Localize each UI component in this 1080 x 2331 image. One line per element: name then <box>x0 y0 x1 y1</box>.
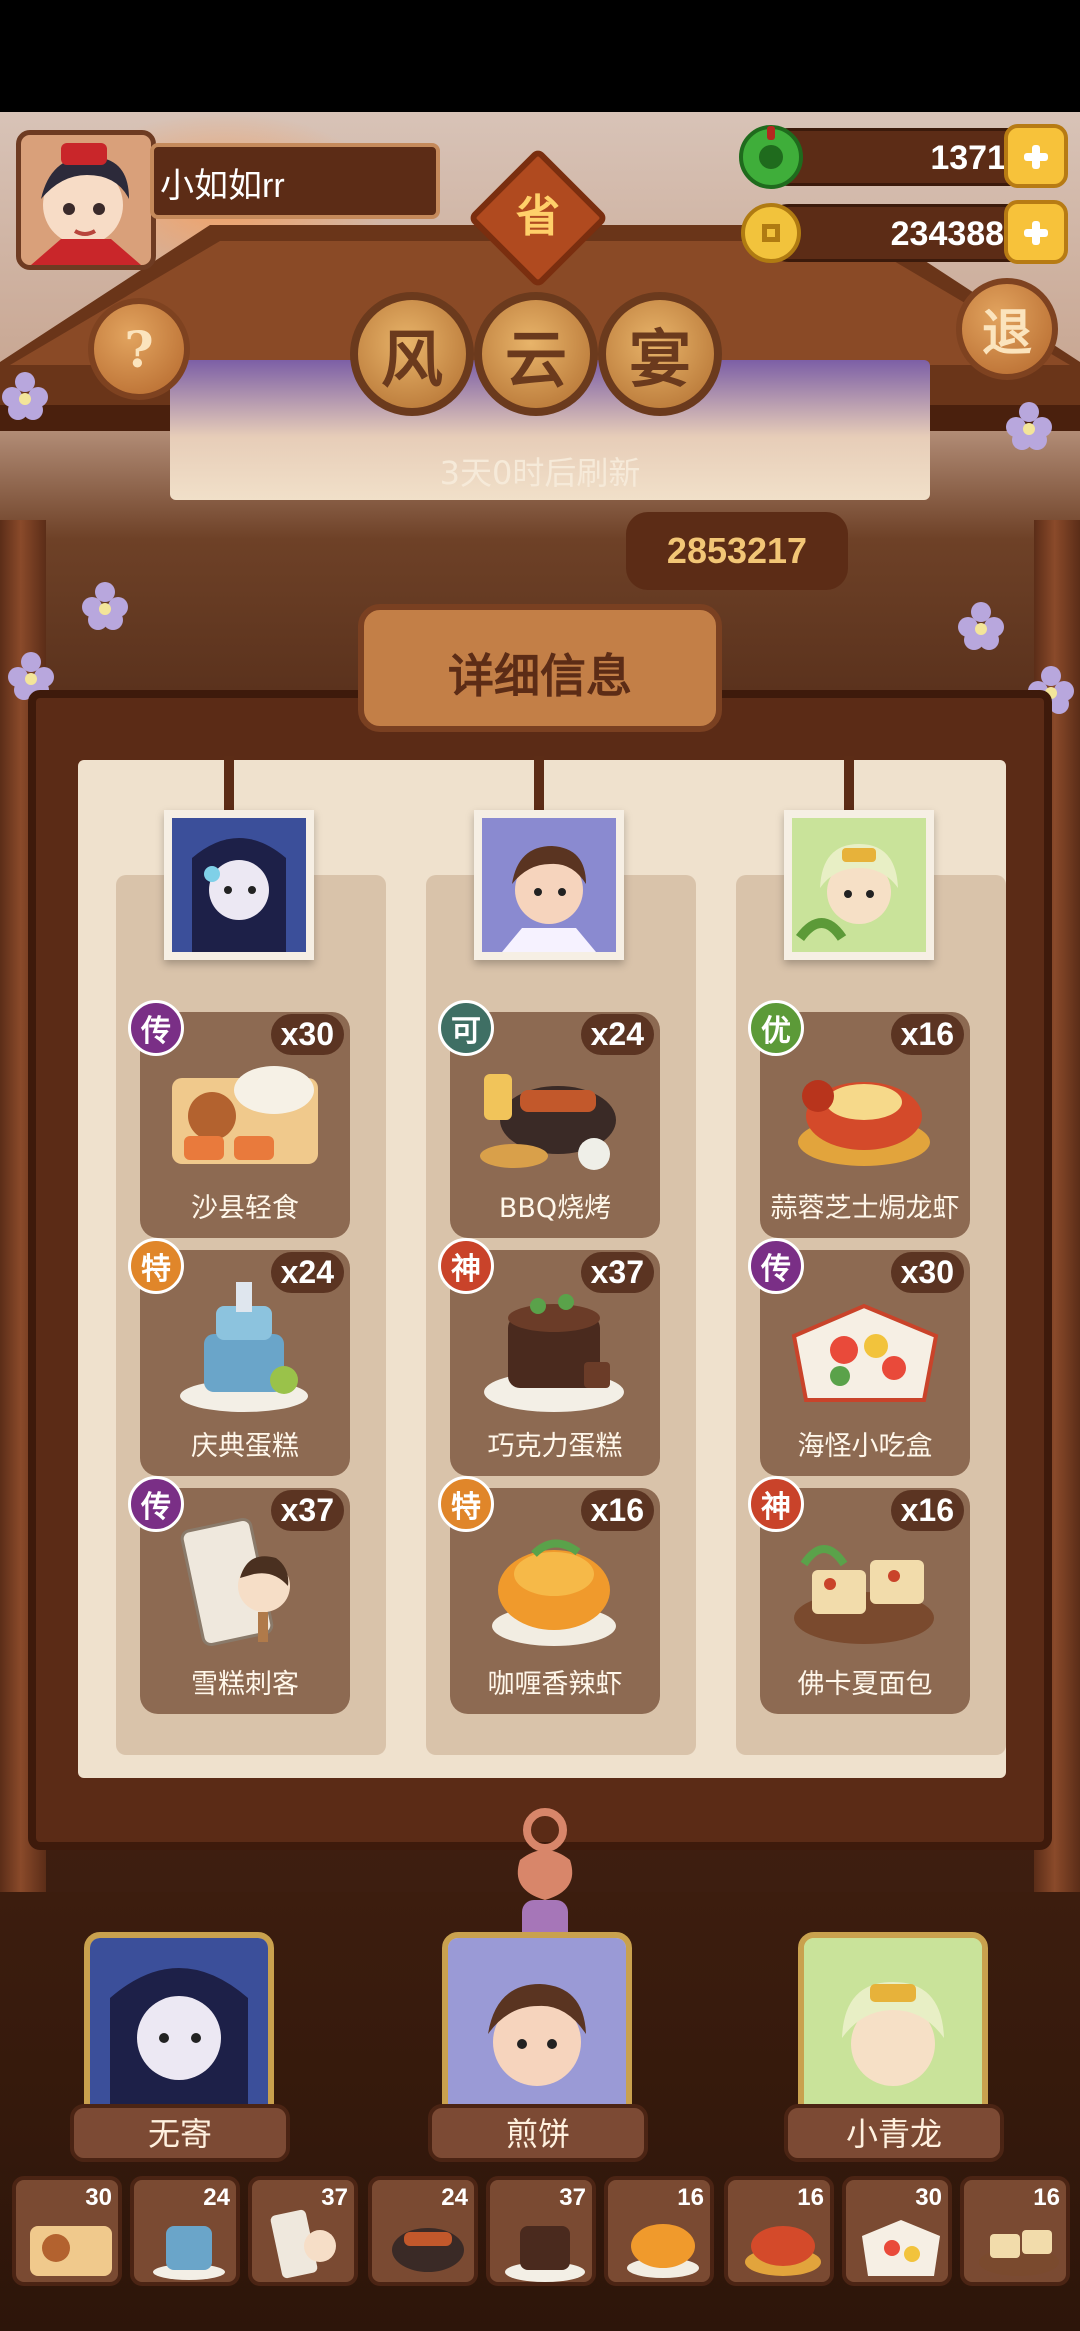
dish-celebration-cake-icon <box>180 1282 308 1412</box>
chef-portrait-wuji <box>164 810 314 960</box>
portrait-pin <box>534 756 544 816</box>
tray-slot[interactable]: 24 <box>368 2176 478 2286</box>
dish-name: 雪糕刺客 <box>191 1669 299 1700</box>
chef-wuji-icon <box>90 1938 268 2116</box>
dish-lobster-icon <box>745 2226 821 2276</box>
dish-name: 蒜蓉芝士焗龙虾 <box>770 1193 960 1224</box>
dish-card[interactable]: 传 x37 雪糕刺客 <box>128 1476 350 1714</box>
flower-decoration <box>1006 402 1052 450</box>
gold-coin-icon <box>741 203 801 263</box>
dish-name: 沙县轻食 <box>191 1193 299 1224</box>
dish-celebration-cake-icon <box>153 2226 225 2280</box>
refresh-countdown: 3天0时后刷新 <box>439 454 641 492</box>
dish-bbq-icon <box>392 2228 464 2272</box>
detail-info-label: 详细信息 <box>448 649 632 703</box>
help-button[interactable]: ? <box>88 298 190 400</box>
chef-slot-wuji[interactable] <box>84 1932 274 2122</box>
help-icon: ? <box>124 319 154 379</box>
tray-slot[interactable]: 37 <box>486 2176 596 2286</box>
dish-name: 咖喱香辣虾 <box>487 1669 623 1700</box>
dish-ice-cream-icon <box>270 2209 336 2279</box>
jade-coin-icon <box>739 125 803 189</box>
dish-name: 佛卡夏面包 <box>797 1669 933 1700</box>
dish-card[interactable]: 特 x24 庆典蛋糕 <box>128 1238 350 1476</box>
dish-focaccia-icon <box>794 1545 934 1644</box>
portrait-pin <box>224 756 234 816</box>
chef-jianbing-icon <box>448 1938 626 2116</box>
add-gold-button[interactable] <box>1004 200 1068 264</box>
chef-wuji-icon <box>172 818 306 952</box>
player-avatar[interactable] <box>16 130 156 270</box>
chef-xiaoqinglong-icon <box>804 1938 982 2116</box>
dish-card[interactable]: 优 x16 蒜蓉芝士焗龙虾 <box>748 1000 970 1238</box>
player-avatar-icon <box>21 135 151 265</box>
dish-lobster-icon <box>798 1080 930 1166</box>
dish-bbq-icon <box>480 1074 616 1170</box>
dish-chocolate-cake-icon <box>505 2226 585 2282</box>
title-char-yan: 宴 <box>598 292 722 416</box>
dish-snack-box-icon <box>862 2220 940 2276</box>
dish-focaccia-icon <box>979 2230 1059 2276</box>
tray-slot[interactable]: 16 <box>724 2176 834 2286</box>
flower-decoration <box>958 602 1004 650</box>
province-badge-label: 省 <box>516 191 560 242</box>
dish-curry-shrimp-icon <box>627 2224 699 2278</box>
score-display: 2853217 <box>626 512 848 590</box>
dish-ice-cream-icon <box>180 1517 290 1647</box>
chef-portrait-xiaoqinglong <box>784 810 934 960</box>
gold-amount: 2343883 <box>890 215 1023 253</box>
exit-button-label: 退 <box>982 303 1032 362</box>
dish-shaxian-icon <box>30 2226 112 2276</box>
chef-xiaoqinglong-icon <box>792 818 926 952</box>
dish-snack-box-icon <box>791 1303 939 1402</box>
dish-name: 海怪小吃盒 <box>797 1431 933 1462</box>
chef-slot-jianbing[interactable] <box>442 1932 632 2122</box>
title-char-yun: 云 <box>474 292 598 416</box>
chef-name-label: 小青龙 <box>784 2104 1004 2162</box>
player-name: 小如如rr <box>160 167 285 205</box>
add-jade-button[interactable] <box>1004 124 1068 188</box>
tray-slot[interactable]: 24 <box>130 2176 240 2286</box>
tray-slot[interactable]: 16 <box>604 2176 714 2286</box>
dish-card[interactable]: 特 x16 咖喱香辣虾 <box>438 1476 660 1714</box>
dish-card[interactable]: 可 x24 BBQ烧烤 <box>438 1000 660 1238</box>
portrait-pin <box>844 756 854 816</box>
exit-button[interactable]: 退 <box>956 278 1058 380</box>
status-bar-area <box>0 0 1080 112</box>
dish-card[interactable]: 神 x16 佛卡夏面包 <box>748 1476 970 1714</box>
dish-name: 庆典蛋糕 <box>191 1431 299 1462</box>
flower-decoration <box>2 372 48 420</box>
dish-chocolate-cake-icon <box>484 1294 624 1412</box>
chef-portrait-jianbing <box>474 810 624 960</box>
chef-name-label: 煎饼 <box>428 2104 648 2162</box>
tray-slot[interactable]: 16 <box>960 2176 1070 2286</box>
tray-slot[interactable]: 30 <box>842 2176 952 2286</box>
chef-name-label: 无寄 <box>70 2104 290 2162</box>
game-screen: 小如如rr 13711 2343883 省 ? 退 风 云 宴 3天0时后刷新 … <box>0 0 1080 2331</box>
dish-card[interactable]: 传 x30 沙县轻食 <box>128 1000 350 1238</box>
dish-name: 巧克力蛋糕 <box>487 1431 623 1462</box>
dish-shaxian-icon <box>172 1066 318 1164</box>
dish-name: BBQ烧烤 <box>498 1193 612 1224</box>
flower-decoration <box>82 582 128 630</box>
dish-curry-shrimp-icon <box>492 1539 616 1646</box>
chef-jianbing-icon <box>482 818 616 952</box>
chef-slot-xiaoqinglong[interactable] <box>798 1932 988 2122</box>
tray-slot[interactable]: 30 <box>12 2176 122 2286</box>
detail-info-button[interactable]: 详细信息 <box>358 604 722 732</box>
dish-card[interactable]: 神 x37 巧克力蛋糕 <box>438 1238 660 1476</box>
dish-card[interactable]: 传 x30 海怪小吃盒 <box>748 1238 970 1476</box>
tray-slot[interactable]: 37 <box>248 2176 358 2286</box>
title-char-feng: 风 <box>350 292 474 416</box>
